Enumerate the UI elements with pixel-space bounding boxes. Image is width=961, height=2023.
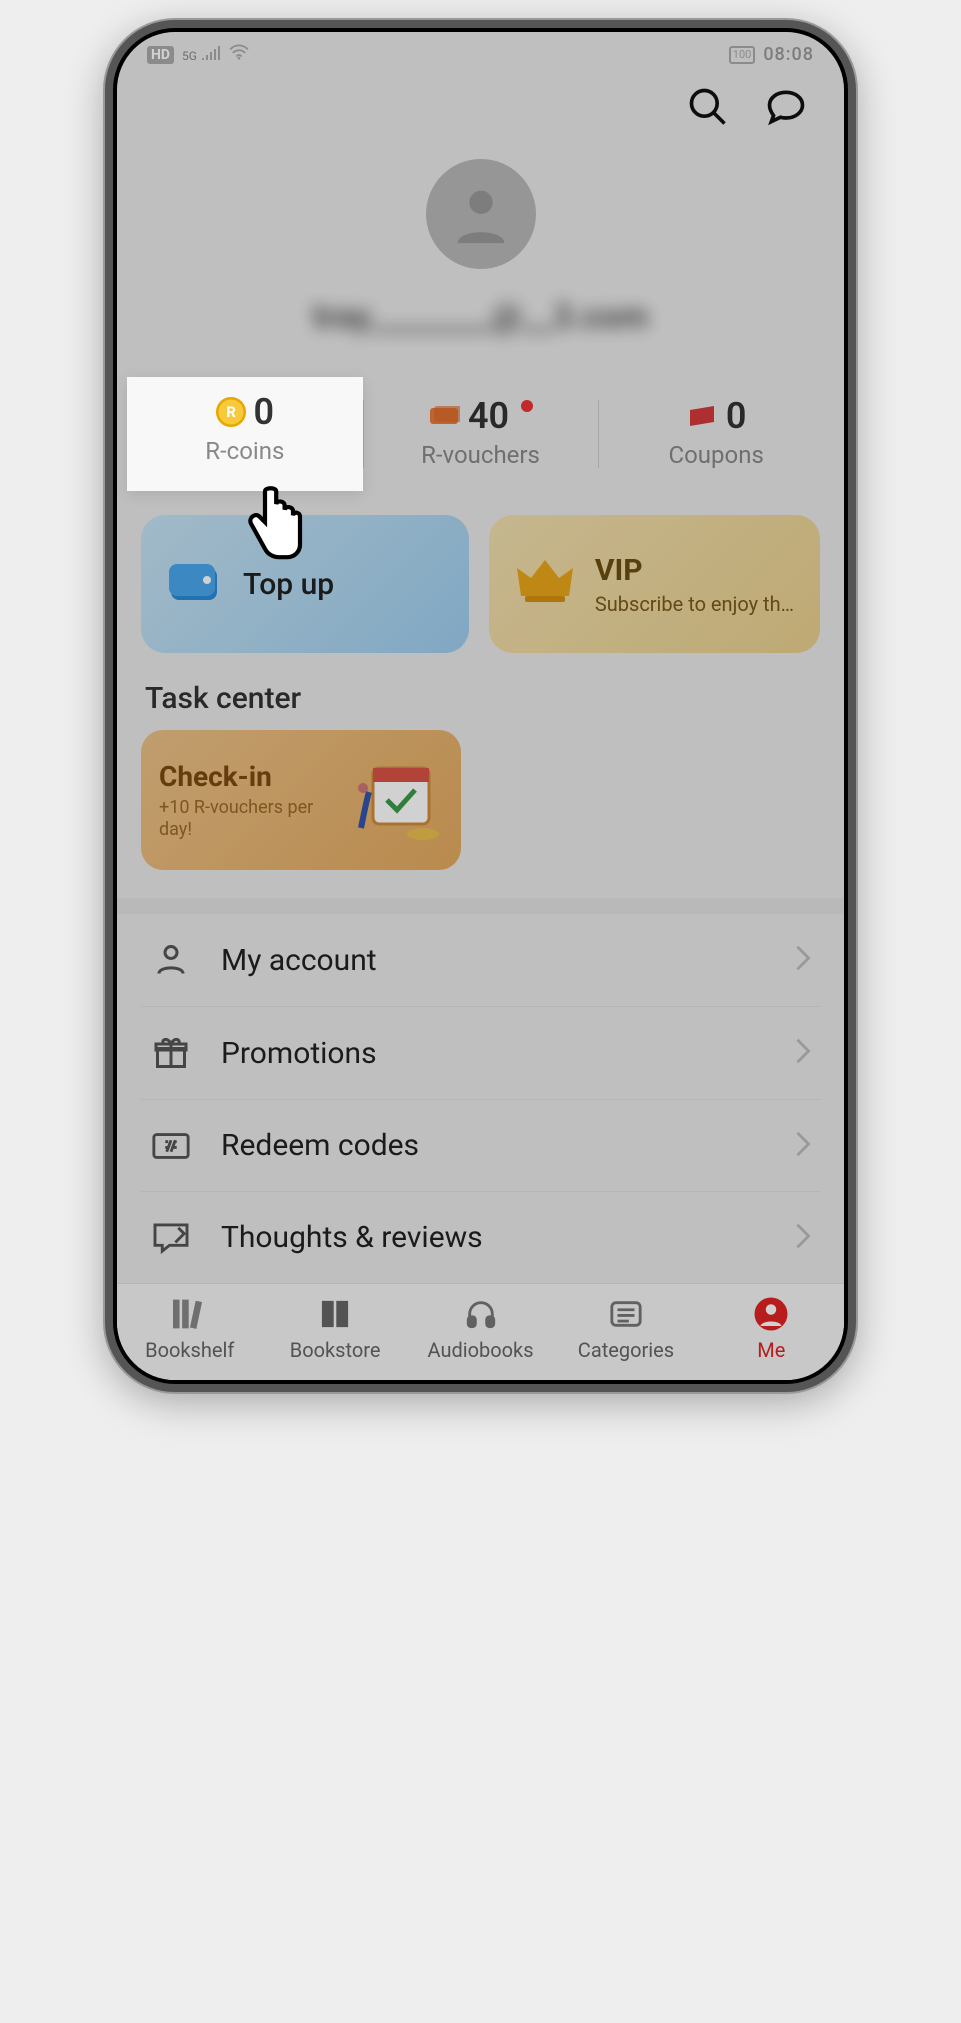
- voucher-icon: [428, 404, 460, 428]
- rcoins-label: R-coins: [133, 437, 357, 465]
- coupons-label: Coupons: [604, 441, 828, 469]
- battery-indicator: 100: [729, 46, 756, 64]
- nav-label: Categories: [578, 1338, 674, 1362]
- nav-label: Audiobooks: [428, 1338, 534, 1362]
- phone-frame: HD 5G 100 08:08: [105, 20, 856, 1392]
- me-icon: [753, 1296, 789, 1332]
- username: tray________@__3.com: [313, 297, 649, 337]
- menu-item-redeem-codes[interactable]: Redeem codes: [141, 1100, 820, 1192]
- categories-icon: [609, 1296, 643, 1332]
- rvouchers-value: 40: [468, 395, 509, 437]
- vip-subtitle: Subscribe to enjoy th…: [595, 592, 794, 616]
- chevron-right-icon: [794, 1037, 812, 1069]
- status-time: 08:08: [763, 44, 814, 65]
- nav-label: Bookshelf: [145, 1338, 234, 1362]
- chevron-right-icon: [794, 1222, 812, 1254]
- ticket-icon: [149, 1131, 193, 1161]
- rvouchers-card[interactable]: 40 R-vouchers: [363, 381, 599, 487]
- menu-label: Thoughts & reviews: [221, 1220, 766, 1255]
- rcoins-card[interactable]: R 0 R-coins: [127, 377, 363, 491]
- checkin-title: Check-in: [159, 760, 333, 793]
- person-icon: [149, 942, 193, 978]
- menu-label: Redeem codes: [221, 1128, 766, 1163]
- currency-row: R 0 R-coins 40 R-vouchers: [117, 381, 844, 487]
- audiobooks-icon: [464, 1296, 498, 1332]
- task-center-heading: Task center: [117, 653, 844, 730]
- notification-dot: [521, 400, 533, 412]
- menu-list: My account Promotions Redeem codes: [117, 914, 844, 1283]
- menu-item-my-account[interactable]: My account: [141, 914, 820, 1007]
- network-indicator: 5G: [182, 46, 220, 63]
- checkin-subtitle: +10 R-vouchers per day!: [159, 797, 333, 840]
- vip-card[interactable]: VIP Subscribe to enjoy th…: [489, 515, 820, 653]
- nav-categories[interactable]: Categories: [553, 1296, 698, 1362]
- nav-audiobooks[interactable]: Audiobooks: [408, 1296, 553, 1362]
- review-icon: [149, 1222, 193, 1254]
- gift-icon: [149, 1035, 193, 1071]
- vip-title: VIP: [595, 553, 794, 588]
- phone-screen: HD 5G 100 08:08: [117, 32, 844, 1380]
- nav-label: Me: [757, 1338, 785, 1362]
- nav-label: Bookstore: [290, 1338, 381, 1362]
- wifi-icon: [228, 44, 250, 65]
- bottom-nav: Bookshelf Bookstore Audiobooks Categorie…: [117, 1283, 844, 1380]
- menu-item-thoughts-reviews[interactable]: Thoughts & reviews: [141, 1192, 820, 1283]
- topup-card[interactable]: Top up: [141, 515, 469, 653]
- chevron-right-icon: [794, 944, 812, 976]
- nav-bookstore[interactable]: Bookstore: [262, 1296, 407, 1362]
- chevron-right-icon: [794, 1130, 812, 1162]
- topup-title: Top up: [243, 567, 334, 602]
- status-bar: HD 5G 100 08:08: [117, 32, 844, 71]
- bookshelf-icon: [170, 1296, 210, 1332]
- checkin-card[interactable]: Check-in +10 R-vouchers per day!: [141, 730, 461, 870]
- hd-badge: HD: [147, 46, 174, 64]
- bookstore-icon: [317, 1296, 353, 1332]
- nav-bookshelf[interactable]: Bookshelf: [117, 1296, 262, 1362]
- coupon-icon: [686, 404, 718, 428]
- svg-text:R: R: [226, 403, 236, 421]
- avatar[interactable]: [426, 159, 536, 269]
- menu-item-promotions[interactable]: Promotions: [141, 1007, 820, 1100]
- rvouchers-label: R-vouchers: [369, 441, 593, 469]
- coupons-card[interactable]: 0 Coupons: [598, 381, 834, 487]
- calendar-illustration: [343, 748, 443, 852]
- nav-me[interactable]: Me: [699, 1296, 844, 1362]
- coupons-value: 0: [726, 395, 747, 437]
- menu-label: Promotions: [221, 1036, 766, 1071]
- section-divider: [117, 898, 844, 914]
- rcoins-value: 0: [254, 391, 275, 433]
- wallet-icon: [167, 558, 223, 610]
- chat-icon[interactable]: [764, 85, 808, 133]
- rcoin-icon: R: [216, 397, 246, 427]
- search-icon[interactable]: [686, 85, 730, 133]
- crown-icon: [515, 556, 575, 612]
- menu-label: My account: [221, 943, 766, 978]
